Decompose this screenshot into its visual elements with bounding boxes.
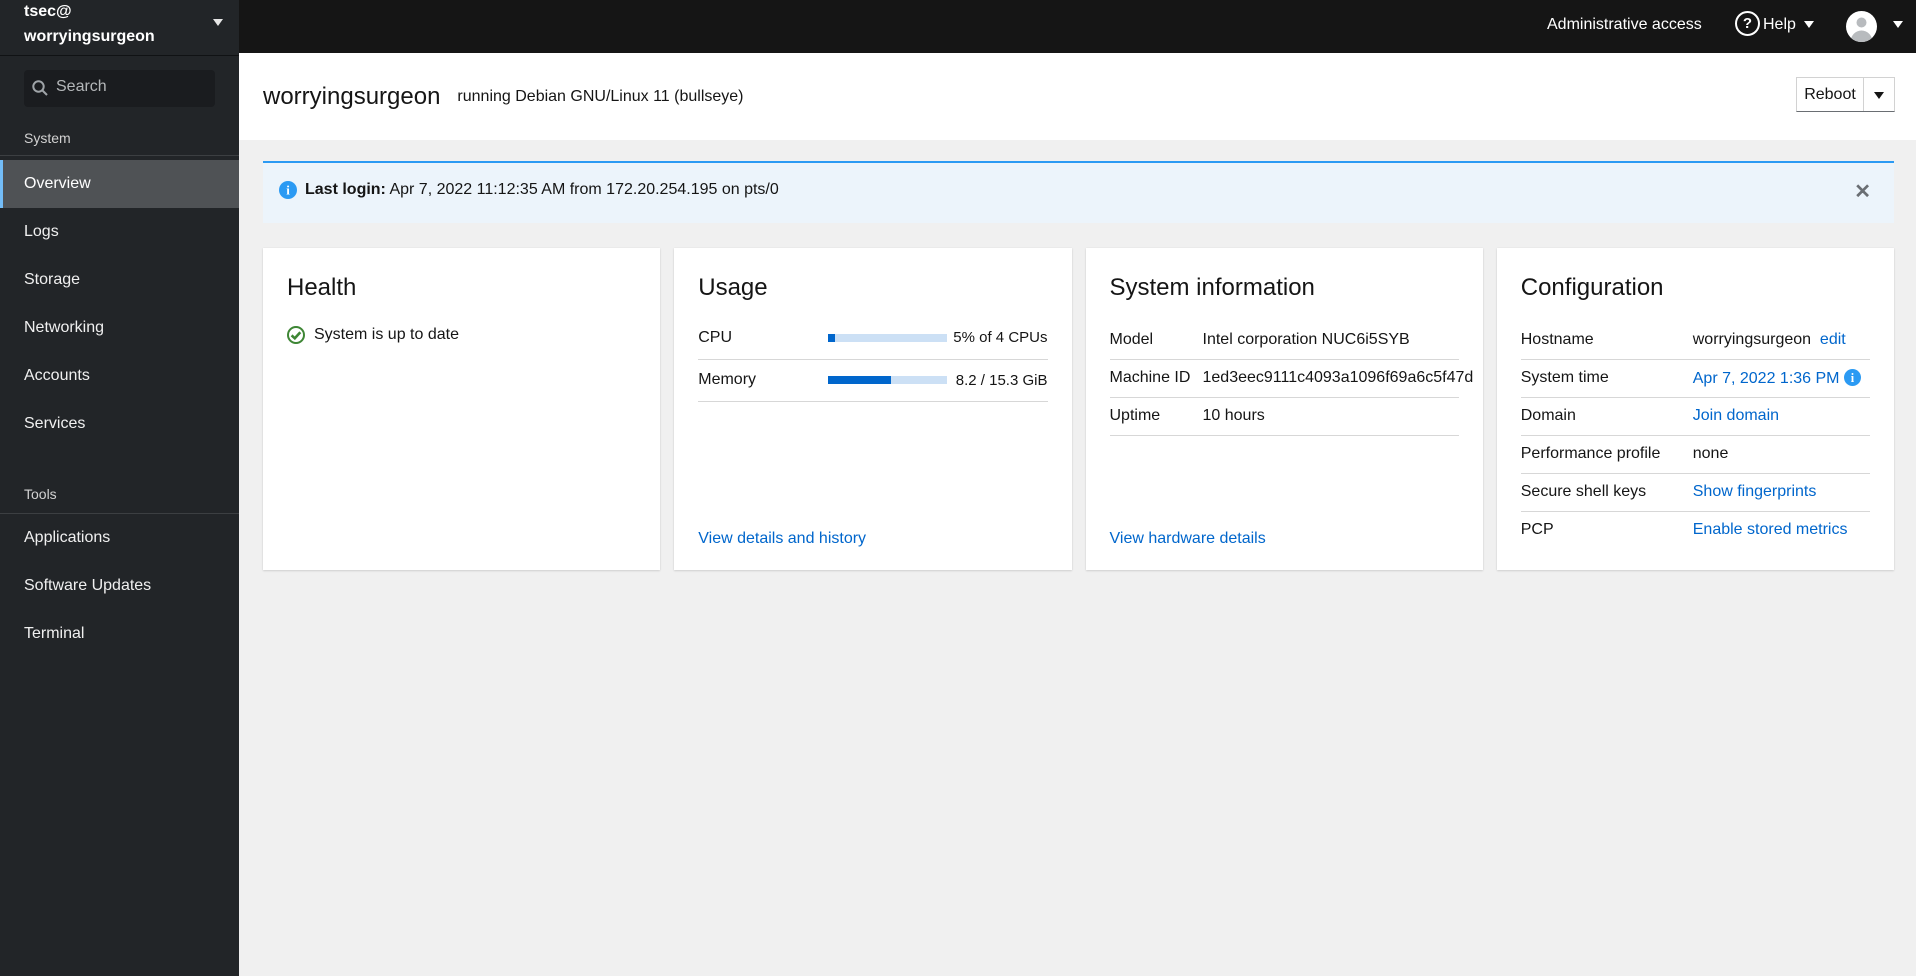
svg-text:i: i (1851, 370, 1855, 384)
svg-text:i: i (286, 183, 290, 198)
